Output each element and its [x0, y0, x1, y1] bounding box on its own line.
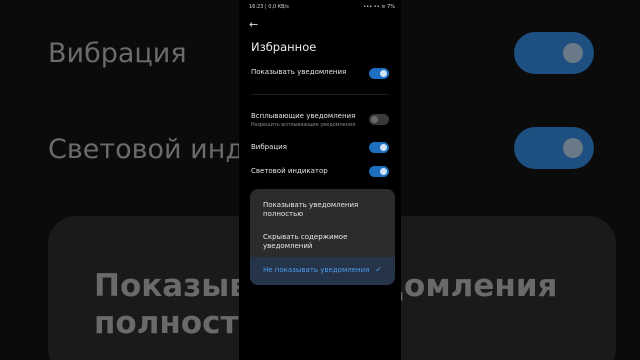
setting-vibration-label: Вибрация: [251, 143, 287, 151]
setting-vibration-toggle[interactable]: [369, 142, 389, 153]
menu-option-line1: Скрывать содержимое: [263, 233, 348, 241]
bg-toggle-vibration: [514, 32, 594, 74]
setting-popup-notifications-sublabel: Разрешить всплывающие уведомления: [251, 122, 356, 128]
bg-label-vibration: Вибрация: [48, 38, 187, 69]
status-icons: ••• •• ≡ 7%: [363, 4, 395, 10]
status-bar: 16:23 | 0,0 KB/s ••• •• ≡ 7%: [247, 4, 395, 12]
setting-popup-notifications-label: Всплывающие уведомления: [251, 112, 356, 120]
toggle-knob: [371, 116, 378, 123]
status-time: 16:23 | 0,0 KB/s: [249, 4, 289, 10]
setting-indicator-label: Световой индикатор: [251, 167, 328, 175]
notification-visibility-menu: Показывать уведомления полностью Скрыват…: [250, 189, 395, 285]
setting-show-notifications-toggle[interactable]: [369, 68, 389, 79]
menu-option-line2: уведомлений: [263, 242, 313, 250]
back-arrow-icon[interactable]: ←: [249, 18, 263, 32]
menu-option-line1: Не показывать уведомления: [263, 266, 370, 274]
setting-indicator-toggle[interactable]: [369, 166, 389, 177]
phone-screen: 16:23 | 0,0 KB/s ••• •• ≡ 7% ← Избранное…: [239, 0, 401, 360]
bg-toggle-indicator: [514, 127, 594, 169]
section-divider: [251, 94, 389, 95]
menu-option-line2: полностью: [263, 210, 304, 218]
checkmark-icon: ✓: [375, 265, 382, 274]
page-title: Избранное: [251, 40, 317, 54]
toggle-knob: [380, 144, 387, 151]
setting-popup-notifications-toggle[interactable]: [369, 114, 389, 125]
menu-option-show-fully[interactable]: Показывать уведомления полностью: [250, 189, 395, 221]
setting-show-notifications-label: Показывать уведомления: [251, 68, 347, 76]
toggle-knob: [380, 168, 387, 175]
menu-option-hide-content[interactable]: Скрывать содержимое уведомлений: [250, 221, 395, 253]
menu-option-line1: Показывать уведомления: [263, 201, 359, 209]
toggle-knob: [380, 70, 387, 77]
menu-option-dont-show[interactable]: Не показывать уведомления ✓: [250, 257, 395, 285]
